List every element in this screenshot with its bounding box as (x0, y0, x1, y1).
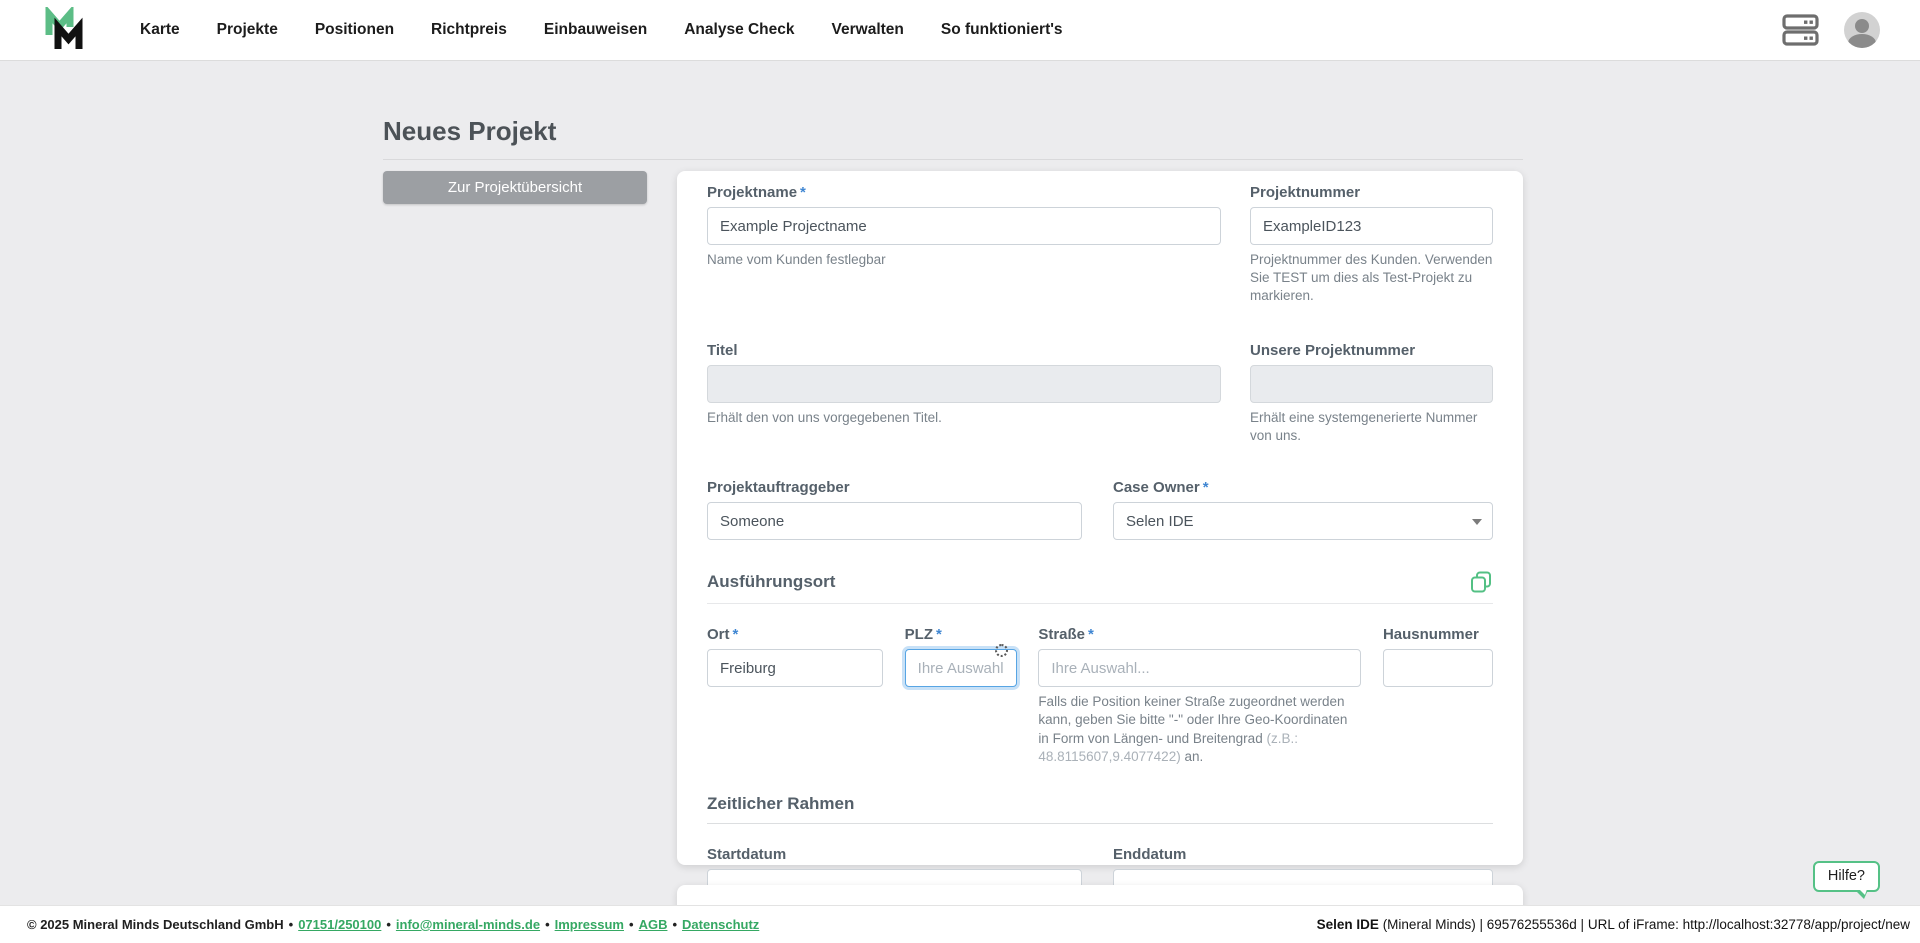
titel-helper: Erhält den von uns vorgegebenen Titel. (707, 409, 942, 425)
case-owner-value: Selen IDE (1126, 512, 1194, 530)
hilfe-label: Hilfe? (1827, 868, 1865, 884)
plz-field-group: PLZ * (904, 626, 1017, 766)
server-icon[interactable] (1782, 14, 1820, 46)
projektname-input[interactable] (707, 207, 1221, 245)
footer-link-agb[interactable]: AGB (639, 917, 668, 932)
hausnummer-input[interactable] (1382, 649, 1493, 688)
projektnummer-label: Projektnummer (1250, 184, 1361, 201)
section-divider (707, 822, 1493, 824)
session-details: (Mineral Minds) | 69576255536d | URL of … (1378, 917, 1910, 932)
case-owner-field-group: Case Owner * Selen IDE (1113, 479, 1493, 541)
footer-link-datenschutz[interactable]: Datenschutz (682, 917, 759, 932)
avatar-shoulders (1848, 34, 1876, 48)
case-owner-select[interactable]: Selen IDE (1113, 502, 1493, 541)
nav-item-so-funktionierts[interactable]: So funktioniert's (941, 21, 1063, 39)
ort-label: Ort * (707, 626, 739, 644)
unsere-projektnummer-input (1250, 364, 1493, 403)
projektauftraggeber-label: Projektauftraggeber (707, 479, 850, 497)
titel-input (707, 364, 1221, 403)
zeitlicher-rahmen-heading: Zeitlicher Rahmen (707, 793, 855, 813)
enddatum-label: Enddatum (1113, 845, 1187, 863)
nav-item-projekte[interactable]: Projekte (217, 21, 278, 39)
required-asterisk: * (936, 626, 942, 644)
mineral-minds-logo[interactable] (44, 7, 88, 53)
copy-icon[interactable] (1469, 570, 1493, 594)
required-asterisk: * (800, 184, 806, 201)
required-asterisk: * (732, 626, 739, 644)
projektauftraggeber-field-group: Projektauftraggeber (707, 479, 1082, 541)
section-divider (707, 603, 1493, 605)
nav-item-verwalten[interactable]: Verwalten (832, 21, 904, 39)
title-divider (383, 159, 1523, 160)
user-avatar-icon[interactable] (1844, 12, 1880, 48)
ausfuehrungsort-heading: Ausführungsort (707, 572, 836, 592)
project-form-card: Projektname* Name vom Kunden festlegbar … (677, 171, 1523, 907)
nav-item-richtpreis[interactable]: Richtpreis (431, 21, 507, 39)
projektname-label: Projektname * (707, 184, 806, 201)
footer-link-impressum[interactable]: Impressum (555, 917, 624, 932)
hilfe-button[interactable]: Hilfe? (1812, 861, 1880, 899)
nav-item-karte[interactable]: Karte (140, 21, 180, 39)
ausfuehrungsort-section: Ausführungsort (707, 570, 1493, 605)
required-asterisk: * (1202, 479, 1209, 497)
startdatum-label: Startdatum (707, 845, 787, 863)
projektname-field-group: Projektname* Name vom Kunden festlegbar (707, 184, 1221, 306)
copyright-text: © 2025 Mineral Minds Deutschland GmbH (27, 917, 284, 932)
titel-label: Titel (707, 341, 738, 359)
session-user: Selen IDE (1316, 917, 1379, 932)
projektnummer-input[interactable] (1250, 207, 1493, 245)
nav-item-positionen[interactable]: Positionen (315, 21, 394, 39)
nav-right-actions (1782, 12, 1880, 48)
required-asterisk: * (1088, 626, 1094, 644)
footer-session-info: Selen IDE (Mineral Minds) | 69576255536d… (1317, 917, 1910, 932)
top-navigation-bar: Karte Projekte Positionen Richtpreis Ein… (0, 0, 1920, 61)
footer-bar: © 2025 Mineral Minds Deutschland GmbH • … (0, 905, 1920, 943)
strasse-input[interactable] (1038, 649, 1362, 688)
page-title: Neues Projekt (383, 116, 557, 146)
unsere-projektnummer-field-group: Unsere Projektnummer Erhält eine systemg… (1250, 342, 1493, 445)
case-owner-label: Case Owner * (1113, 479, 1209, 497)
strasse-field-group: Straße* Falls die Position keiner Straße… (1038, 626, 1362, 766)
zur-projektuebersicht-button[interactable]: Zur Projektübersicht (383, 171, 647, 204)
avatar-head (1855, 19, 1869, 33)
footer-left: © 2025 Mineral Minds Deutschland GmbH • … (27, 917, 760, 932)
plz-label: PLZ * (904, 626, 942, 644)
strasse-label: Straße * (1038, 626, 1094, 644)
zeitlicher-rahmen-section: Zeitlicher Rahmen (707, 794, 1493, 824)
projektnummer-helper: Projektnummer des Kunden. Verwenden Sie … (1250, 252, 1493, 304)
hausnummer-label: Hausnummer (1382, 626, 1479, 644)
loading-spinner-icon (994, 644, 1008, 658)
unsere-projektnummer-helper: Erhält eine systemgenerierte Nummer von … (1250, 409, 1478, 443)
ort-input[interactable] (707, 649, 883, 688)
projektnummer-field-group: Projektnummer Projektnummer des Kunden. … (1250, 184, 1493, 306)
projektauftraggeber-input[interactable] (707, 502, 1082, 541)
logo-icon (45, 7, 83, 49)
unsere-projektnummer-label: Unsere Projektnummer (1250, 341, 1416, 359)
nav-item-analyse-check[interactable]: Analyse Check (684, 21, 794, 39)
bubble-tail-inner (1859, 889, 1867, 895)
chevron-down-icon (1472, 519, 1482, 526)
ort-field-group: Ort * (707, 626, 883, 766)
titel-field-group: Titel Erhält den von uns vorgegebenen Ti… (707, 342, 1221, 445)
nav-item-einbauweisen[interactable]: Einbauweisen (544, 21, 647, 39)
nav-menu: Karte Projekte Positionen Richtpreis Ein… (140, 21, 1063, 39)
strasse-helper: Falls die Position keiner Straße zugeord… (1038, 694, 1348, 764)
footer-link-phone[interactable]: 07151/250100 (298, 917, 381, 932)
footer-link-email[interactable]: info@mineral-minds.de (396, 917, 540, 932)
hausnummer-field-group: Hausnummer (1382, 626, 1493, 766)
projektname-helper: Name vom Kunden festlegbar (707, 252, 886, 267)
main-content: Neues Projekt Zur Projektübersicht Proje… (0, 61, 1920, 925)
